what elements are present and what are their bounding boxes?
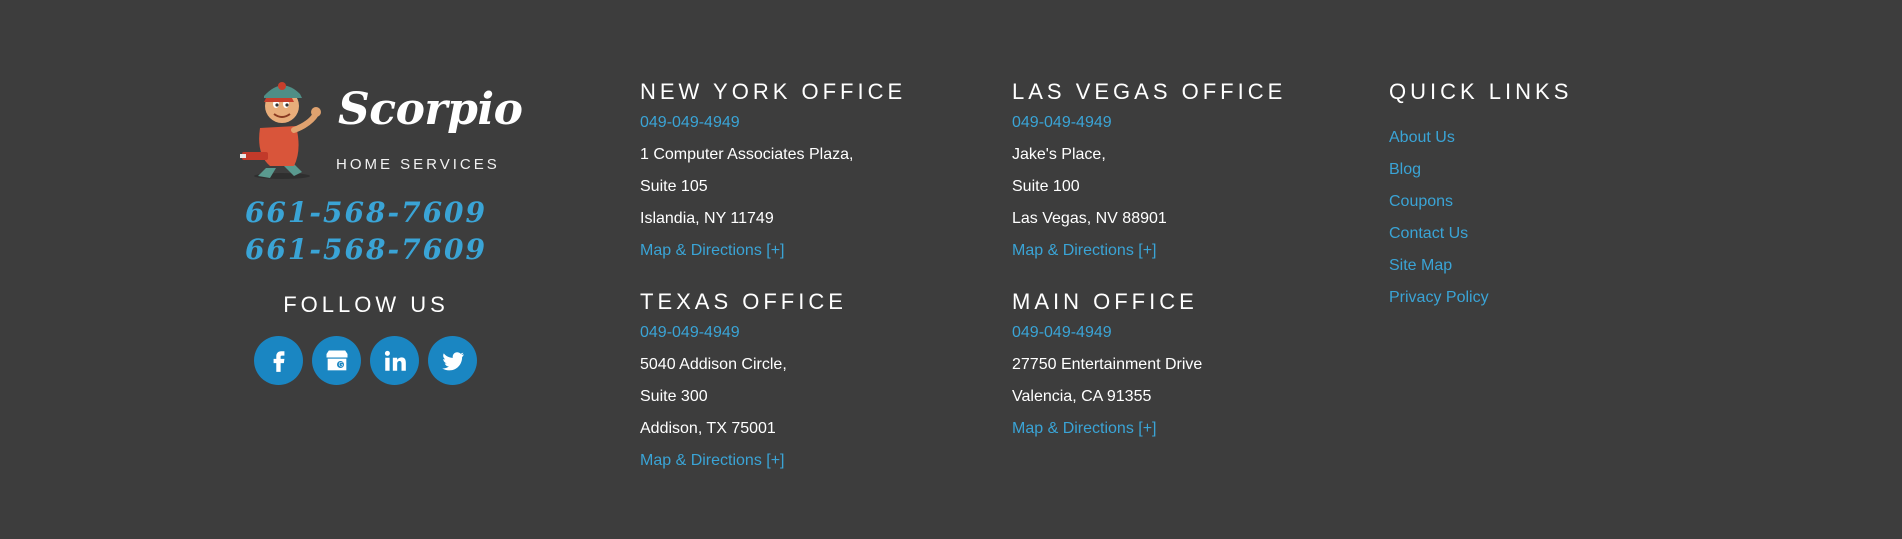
address-line: Addison, TX 75001	[640, 420, 776, 437]
office-title: NEW YORK OFFICE	[640, 79, 907, 104]
quick-link-privacy-policy[interactable]: Privacy Policy	[1389, 282, 1572, 314]
address-line: Suite 100	[1012, 178, 1080, 195]
address-line: 27750 Entertainment Drive	[1012, 356, 1203, 373]
map-directions-link[interactable]: Map & Directions [+]	[1012, 413, 1202, 445]
map-directions-link[interactable]: Map & Directions [+]	[640, 445, 847, 477]
quick-links: QUICK LINKS About Us Blog Coupons Contac…	[1389, 78, 1572, 314]
quick-link-coupons[interactable]: Coupons	[1389, 186, 1572, 218]
office-las-vegas: LAS VEGAS OFFICE 049-049-4949 Jake's Pla…	[1012, 78, 1286, 267]
svg-text:G: G	[338, 362, 343, 368]
office-new-york: NEW YORK OFFICE 049-049-4949 1 Computer …	[640, 78, 906, 267]
twitter-link[interactable]	[428, 336, 477, 385]
map-directions-link[interactable]: Map & Directions [+]	[640, 235, 906, 267]
office-title: TEXAS OFFICE	[640, 289, 847, 314]
google-business-icon: G	[326, 350, 347, 370]
office-phone-link[interactable]: 049-049-4949	[640, 113, 906, 133]
address-line: 1 Computer Associates Plaza,	[640, 146, 854, 163]
linkedin-link[interactable]	[370, 336, 419, 385]
google-business-link[interactable]: G	[312, 336, 361, 385]
map-directions-link[interactable]: Map & Directions [+]	[1012, 235, 1286, 267]
linkedin-icon	[384, 350, 406, 371]
office-title: LAS VEGAS OFFICE	[1012, 79, 1287, 104]
brand-tagline: HOME SERVICES	[336, 156, 500, 173]
address-line: Valencia, CA 91355	[1012, 388, 1152, 405]
brand-column: Scorpio HOME SERVICES 661-568-7609 661-5…	[236, 74, 523, 385]
mascot-icon	[240, 82, 321, 179]
follow-us-heading: FOLLOW US	[283, 292, 449, 317]
quick-link-about-us[interactable]: About Us	[1389, 122, 1572, 154]
quick-links-title: QUICK LINKS	[1389, 79, 1573, 104]
address-line: Islandia, NY 11749	[640, 210, 774, 227]
office-phone-link[interactable]: 049-049-4949	[640, 323, 847, 343]
address-line: 5040 Addison Circle,	[640, 356, 787, 373]
twitter-icon	[441, 351, 464, 370]
facebook-link[interactable]	[254, 336, 303, 385]
brand-name: Scorpio	[338, 84, 523, 135]
social-links: G	[254, 336, 477, 385]
office-phone-link[interactable]: 049-049-4949	[1012, 113, 1286, 133]
brand-phone-1[interactable]: 661-568-7609	[236, 194, 496, 231]
address-line: Suite 105	[640, 178, 708, 195]
address-line: Jake's Place,	[1012, 146, 1106, 163]
address-line: Suite 300	[640, 388, 708, 405]
quick-link-blog[interactable]: Blog	[1389, 154, 1572, 186]
brand-phone-2[interactable]: 661-568-7609	[236, 231, 496, 268]
brand-phones: 661-568-7609 661-568-7609	[236, 194, 496, 268]
office-title: MAIN OFFICE	[1012, 289, 1198, 314]
office-phone-link[interactable]: 049-049-4949	[1012, 323, 1202, 343]
logo[interactable]: Scorpio HOME SERVICES	[236, 74, 523, 182]
facebook-icon	[273, 350, 284, 372]
quick-link-contact-us[interactable]: Contact Us	[1389, 218, 1572, 250]
office-main: MAIN OFFICE 049-049-4949 27750 Entertain…	[1012, 288, 1202, 445]
address-line: Las Vegas, NV 88901	[1012, 210, 1167, 227]
office-texas: TEXAS OFFICE 049-049-4949 5040 Addison C…	[640, 288, 847, 477]
quick-link-site-map[interactable]: Site Map	[1389, 250, 1572, 282]
